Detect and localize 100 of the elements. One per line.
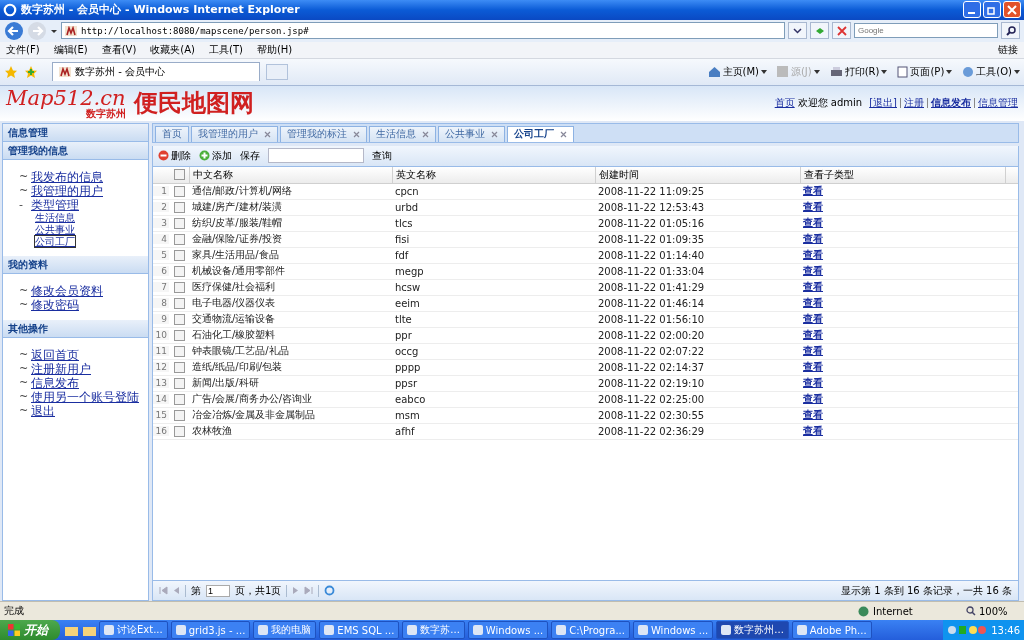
view-link[interactable]: 查看	[803, 281, 823, 293]
minimize-button[interactable]	[963, 1, 981, 19]
row-checkbox[interactable]	[173, 361, 185, 373]
toolbar-button[interactable]: 添加	[199, 148, 232, 163]
tab[interactable]: 公共事业	[438, 125, 505, 142]
header-link[interactable]: 注册	[904, 96, 924, 111]
taskbar-button[interactable]: 我的电脑	[253, 621, 317, 639]
row-checkbox[interactable]	[173, 201, 185, 213]
links-label[interactable]: 链接	[998, 42, 1018, 57]
row-checkbox[interactable]	[173, 233, 185, 245]
close-icon[interactable]	[422, 130, 429, 138]
tray-icons-drawing[interactable]	[947, 625, 988, 635]
caret-icon[interactable]	[881, 69, 888, 74]
browser-tab[interactable]: 数字苏州 - 会员中心	[52, 62, 260, 82]
taskbar-button[interactable]: grid3.js - ...	[170, 621, 251, 639]
view-link[interactable]: 查看	[803, 377, 823, 389]
sidebar-link[interactable]: 返回首页	[31, 347, 79, 362]
sidebar-link[interactable]: 我管理的用户	[31, 183, 103, 198]
view-link[interactable]: 查看	[803, 409, 823, 421]
view-link[interactable]: 查看	[803, 393, 823, 405]
back-button[interactable]	[4, 20, 24, 41]
view-link[interactable]: 查看	[803, 361, 823, 373]
page-icon[interactable]	[897, 65, 909, 78]
site-logo[interactable]: Map512.cn 数字苏州	[6, 87, 126, 119]
toolbar-button[interactable]: 删除	[158, 148, 191, 163]
header-link[interactable]: 信息发布	[931, 96, 971, 111]
menu-item[interactable]: 收藏夹(A)	[150, 42, 195, 57]
star-icon[interactable]	[4, 64, 18, 79]
app-icon[interactable]	[637, 625, 648, 635]
view-link[interactable]: 查看	[803, 217, 823, 229]
stop-button[interactable]	[832, 22, 851, 40]
sidebar-section-header[interactable]: 信息管理	[3, 123, 148, 142]
toolbar-button[interactable]: 保存	[240, 148, 260, 163]
search-button[interactable]	[1001, 22, 1020, 40]
sidebar-section-header[interactable]: 其他操作	[3, 319, 148, 338]
app-icon[interactable]	[556, 625, 567, 635]
view-link[interactable]: 查看	[803, 345, 823, 357]
taskbar-button[interactable]: C:\Progra...	[551, 621, 630, 639]
row-checkbox[interactable]	[173, 281, 185, 293]
menu-item[interactable]: 查看(V)	[101, 42, 137, 57]
close-icon[interactable]	[560, 130, 567, 138]
refresh-icon[interactable]	[324, 585, 336, 597]
caret-icon[interactable]	[946, 69, 953, 74]
sidebar-link[interactable]: 使用另一个账号登陆	[31, 389, 139, 404]
close-icon[interactable]	[353, 130, 360, 138]
magnifier-icon[interactable]	[966, 606, 976, 617]
row-checkbox[interactable]	[173, 329, 185, 341]
taskbar-button[interactable]: 讨论Ext...	[99, 621, 168, 639]
menu-item[interactable]: 工具(T)	[209, 42, 243, 57]
tab[interactable]: 管理我的标注	[280, 125, 367, 142]
view-link[interactable]: 查看	[803, 329, 823, 341]
caret-icon[interactable]	[760, 69, 767, 74]
tab[interactable]: 生活信息	[369, 125, 436, 142]
restore-button[interactable]	[983, 1, 1001, 19]
column-header[interactable]: 查看子类型	[800, 166, 1005, 183]
close-button[interactable]	[1003, 1, 1021, 19]
header-link[interactable]: 首页	[774, 96, 795, 111]
sidebar-link[interactable]: 信息发布	[31, 375, 79, 390]
header-link[interactable]: [退出]	[869, 96, 897, 111]
query-button[interactable]: 查询	[372, 148, 392, 163]
sidebar-sublink[interactable]: 生活信息	[35, 212, 75, 224]
row-checkbox[interactable]	[173, 425, 185, 437]
start-button[interactable]: 开始	[0, 620, 60, 640]
taskbar-button[interactable]: Windows ...	[467, 621, 549, 639]
taskbar-button[interactable]: Adobe Ph...	[791, 621, 872, 639]
query-field[interactable]	[268, 148, 364, 164]
sidebar-sublink[interactable]: 公共事业	[35, 224, 75, 236]
header-link[interactable]: 信息管理	[978, 96, 1018, 111]
row-checkbox[interactable]	[173, 249, 185, 261]
taskbar-button[interactable]: EMS SQL ...	[319, 621, 400, 639]
sidebar-link[interactable]: 类型管理	[31, 197, 79, 212]
view-link[interactable]: 查看	[803, 425, 823, 437]
row-checkbox[interactable]	[173, 393, 185, 405]
folder-icon[interactable]	[83, 624, 96, 636]
sidebar-sublink[interactable]: 公司工厂	[35, 236, 75, 248]
stop-icon[interactable]	[836, 25, 847, 36]
menu-item[interactable]: 文件(F)	[6, 42, 40, 57]
caret-icon[interactable]	[1014, 69, 1020, 74]
app-icon[interactable]	[796, 625, 807, 635]
sidebar-link[interactable]: 修改会员资料	[31, 283, 103, 298]
view-link[interactable]: 查看	[803, 249, 823, 261]
sidebar-link[interactable]: 注册新用户	[31, 361, 91, 376]
sidebar-link[interactable]: 修改密码	[31, 297, 79, 312]
chevron-icon[interactable]	[793, 26, 802, 36]
row-checkbox[interactable]	[173, 265, 185, 277]
command-button[interactable]: 打印(R)	[829, 64, 888, 79]
search-field[interactable]: Google	[854, 23, 998, 39]
row-checkbox[interactable]	[173, 409, 185, 421]
add-icon[interactable]	[199, 150, 210, 162]
column-header[interactable]: 中文名称	[189, 166, 392, 183]
select-all-checkbox[interactable]	[173, 169, 185, 181]
app-icon[interactable]	[407, 625, 418, 635]
view-link[interactable]: 查看	[803, 265, 823, 277]
command-button[interactable]: 页面(P)	[897, 64, 953, 79]
zoom-level[interactable]: 100%	[966, 605, 1020, 617]
dropdown-button[interactable]	[788, 22, 807, 40]
app-icon[interactable]	[472, 625, 483, 635]
tab[interactable]: 我管理的用户	[191, 125, 278, 142]
taskbar-button[interactable]: 数字苏...	[402, 621, 465, 639]
row-checkbox[interactable]	[173, 345, 185, 357]
